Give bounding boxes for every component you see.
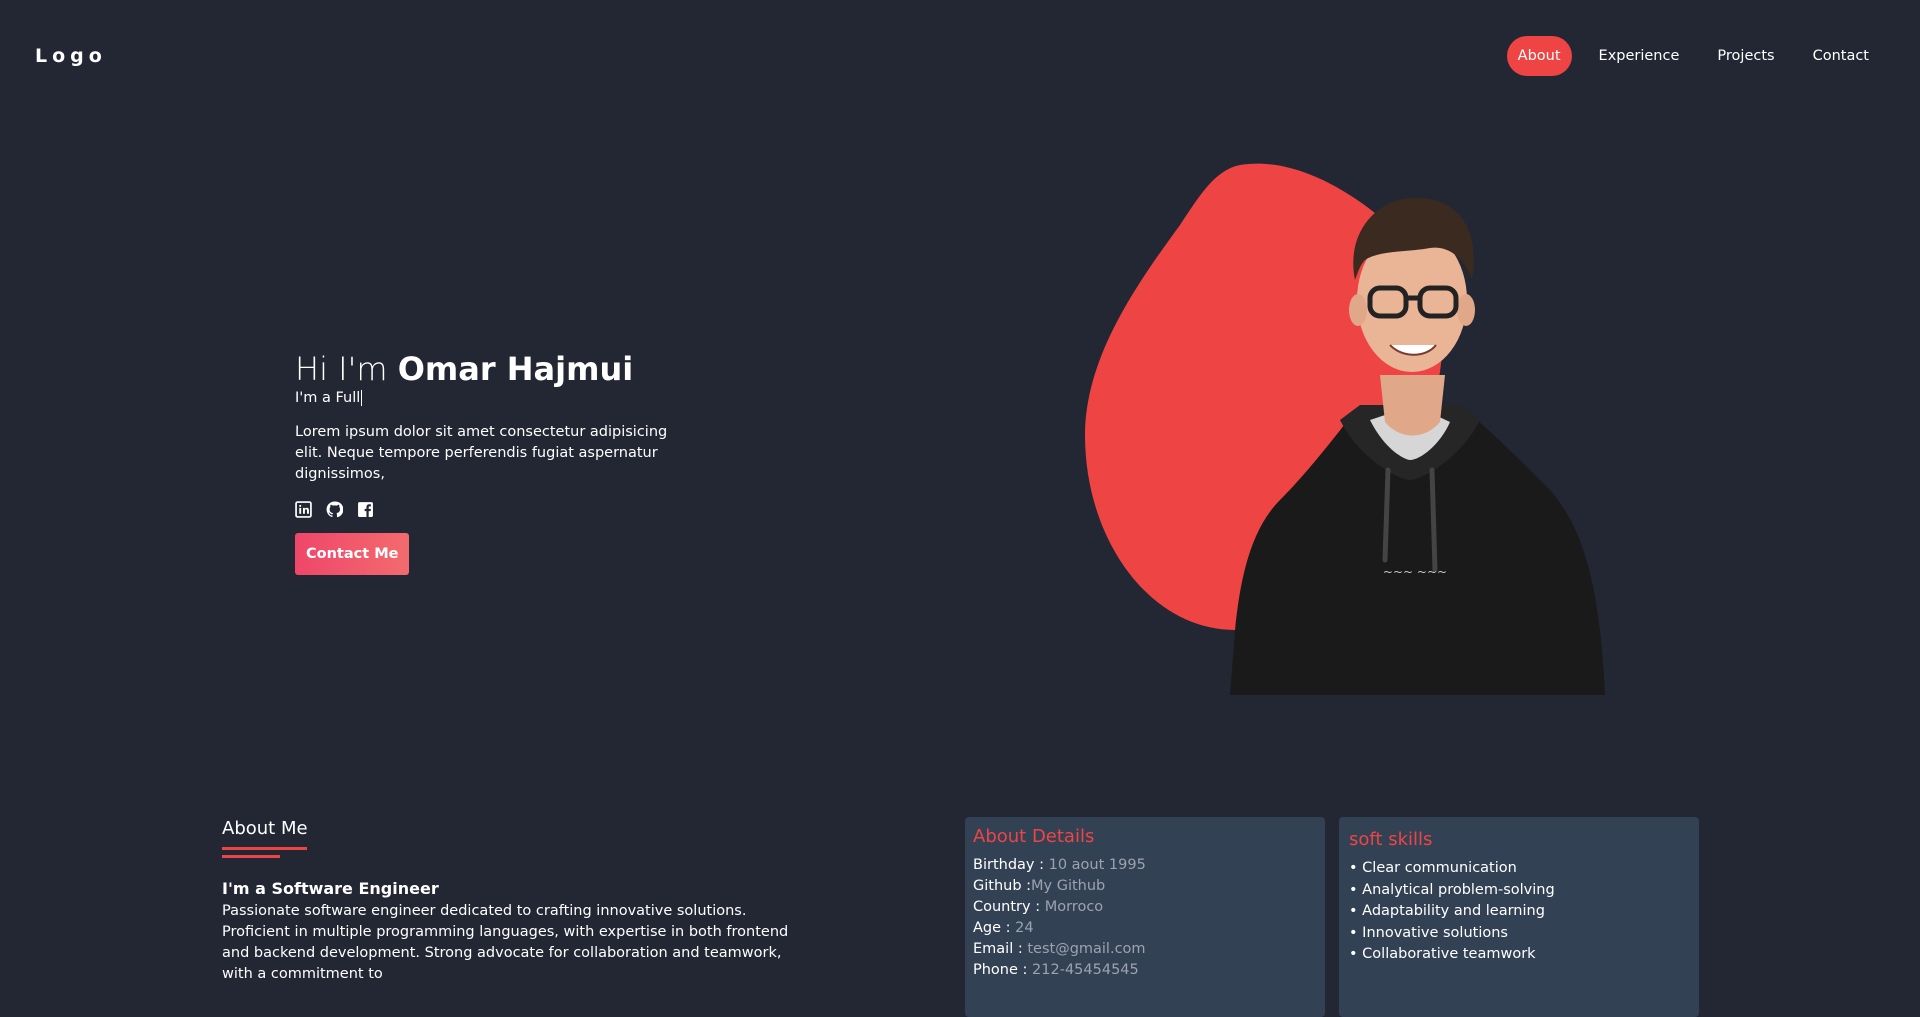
skill-item: • Analytical problem-solving: [1349, 881, 1555, 898]
hero-greeting: Hi I'm: [295, 350, 388, 388]
heading-underline-short: [222, 855, 280, 858]
detail-value: 24: [1010, 920, 1034, 936]
hero-portrait: ~~~ ~~~: [1040, 160, 1640, 695]
heading-underline: [222, 847, 307, 850]
hero-intro: Hi I'm Omar Hajmui I'm a Full Lorem ipsu…: [295, 348, 715, 575]
navbar: Logo About Experience Projects Contact: [0, 0, 1920, 112]
nav-link-experience[interactable]: Experience: [1588, 36, 1691, 76]
detail-value: test@gmail.com: [1022, 941, 1146, 957]
about-heading: About Me: [222, 818, 308, 839]
skill-item: • Innovative solutions: [1349, 924, 1508, 941]
about-details-card: About Details Birthday : 10 aout 1995 Gi…: [965, 817, 1325, 1017]
detail-github: Github :My Github: [973, 876, 1317, 897]
detail-label: Birthday :: [973, 857, 1044, 873]
detail-value: Morroco: [1040, 899, 1104, 915]
nav-link-contact[interactable]: Contact: [1802, 36, 1880, 76]
soft-skills-title: soft skills: [1349, 829, 1433, 850]
about-section: About Me I'm a Software Engineer Passion…: [222, 818, 822, 985]
contact-me-button[interactable]: Contact Me: [295, 533, 410, 575]
detail-label: Age :: [973, 920, 1011, 936]
svg-text:~~~ ~~~: ~~~ ~~~: [1383, 565, 1447, 579]
hero-role-text: I'm a Full: [295, 390, 361, 406]
detail-value: 10 aout 1995: [1043, 857, 1146, 873]
detail-birthday: Birthday : 10 aout 1995: [973, 855, 1317, 876]
skill-item: • Clear communication: [1349, 860, 1517, 876]
detail-age: Age : 24: [973, 918, 1317, 939]
detail-email: Email : test@gmail.com: [973, 939, 1317, 960]
detail-country: Country : Morroco: [973, 897, 1317, 918]
nav-link-about[interactable]: About: [1506, 36, 1572, 76]
detail-label: Github :: [973, 878, 1032, 894]
facebook-icon[interactable]: [357, 501, 374, 518]
typing-cursor: [361, 390, 363, 406]
detail-label: Phone :: [973, 962, 1028, 978]
nav-links: About Experience Projects Contact: [1506, 36, 1880, 76]
about-text: Passionate software engineer dedicated t…: [222, 903, 789, 982]
logo[interactable]: Logo: [35, 45, 107, 67]
portrait-illustration: ~~~ ~~~: [1085, 163, 1605, 695]
skill-item: • Adaptability and learning: [1349, 903, 1545, 919]
hero-title: Hi I'm Omar Hajmui: [295, 348, 715, 390]
hero-description: Lorem ipsum dolor sit amet consectetur a…: [295, 424, 668, 482]
linkedin-icon[interactable]: [295, 501, 312, 518]
skill-item: • Collaborative teamwork: [1349, 946, 1536, 962]
detail-value: 212-45454545: [1027, 962, 1139, 978]
about-details-title: About Details: [973, 826, 1095, 847]
about-subtitle: I'm a Software Engineer: [222, 879, 439, 898]
detail-label: Email :: [973, 941, 1023, 957]
github-link[interactable]: My Github: [1031, 878, 1105, 894]
detail-phone: Phone : 212-45454545: [973, 960, 1317, 981]
nav-link-projects[interactable]: Projects: [1706, 36, 1785, 76]
detail-label: Country :: [973, 899, 1041, 915]
hero-role: I'm a Full: [295, 390, 715, 406]
soft-skills-card: soft skills • Clear communication • Anal…: [1339, 817, 1699, 1017]
hero-name: Omar Hajmui: [397, 350, 634, 388]
social-links: [295, 501, 715, 518]
github-icon[interactable]: [326, 501, 343, 518]
